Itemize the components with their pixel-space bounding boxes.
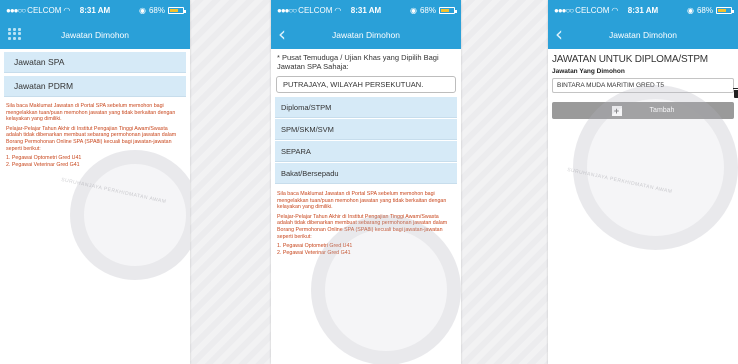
menu-item-jawatan-pdrm[interactable]: Jawatan PDRM	[4, 76, 186, 97]
wifi-icon: ◠	[334, 5, 342, 15]
spa-watermark-logo	[573, 85, 738, 250]
menu-item-jawatan-spa[interactable]: Jawatan SPA	[4, 52, 186, 73]
battery-percent: 68%	[148, 5, 165, 15]
option-diploma-stpm[interactable]: Diploma/STPM	[275, 97, 457, 118]
page-title: Jawatan Dimohon	[331, 29, 401, 40]
status-bar: ●●●○○ CELCOM ◠ 8:31 AM ◉ 68%	[0, 0, 190, 20]
spa-watermark-logo	[311, 215, 461, 364]
nav-bar: Jawatan Dimohon	[0, 20, 190, 49]
screen-jawatan-list: ●●●○○ CELCOM ◠ 8:31 AM ◉ 68% Jawatan Dim…	[0, 0, 190, 364]
battery-icon	[439, 6, 457, 14]
wifi-icon: ◠	[611, 5, 619, 15]
battery-icon	[168, 6, 186, 14]
nav-bar: ‹ Jawatan Dimohon	[548, 20, 738, 49]
signal-icon: ●●●○○	[6, 5, 26, 15]
jawatan-dimohon-label: Jawatan Yang Dimohon	[552, 68, 625, 75]
status-bar: ●●●○○ CELCOM ◠ 8:31 AM ◉ 68%	[271, 0, 461, 20]
option-label: SEPARA	[281, 146, 311, 156]
info-paragraph: Sila baca Maklumat Jawatan di Portal SPA…	[6, 103, 176, 123]
alarm-icon: ◉	[139, 5, 146, 15]
option-label: Bakat/Bersepadu	[281, 168, 339, 178]
page-title: Jawatan Dimohon	[60, 29, 130, 40]
back-chevron-icon[interactable]: ‹	[555, 24, 563, 44]
option-label: Diploma/STPM	[281, 102, 332, 112]
option-label: SPM/SKM/SVM	[281, 124, 334, 134]
delete-icon[interactable]	[733, 88, 738, 98]
info-paragraph: Sila baca Maklumat Jawatan di Portal SPA…	[277, 191, 447, 211]
menu-item-label: Jawatan SPA	[14, 57, 65, 67]
screen-jawatan-category: ●●●○○ CELCOM ◠ 8:31 AM ◉ 68% ‹ Jawatan D…	[271, 0, 461, 364]
page-title: Jawatan Dimohon	[608, 29, 678, 40]
battery-icon	[716, 6, 734, 14]
signal-icon: ●●●○○	[277, 5, 297, 15]
option-spm-skm-svm[interactable]: SPM/SKM/SVM	[275, 119, 457, 140]
alarm-icon: ◉	[410, 5, 417, 15]
pusat-temuduga-value: PUTRAJAYA, WILAYAH PERSEKUTUAN.	[283, 80, 424, 89]
screen-jawatan-diploma: ●●●○○ CELCOM ◠ 8:31 AM ◉ 68% ‹ Jawatan D…	[548, 0, 738, 364]
menu-item-label: Jawatan PDRM	[14, 81, 74, 91]
alarm-icon: ◉	[687, 5, 694, 15]
status-bar: ●●●○○ CELCOM ◠ 8:31 AM ◉ 68%	[548, 0, 738, 20]
carrier-label: CELCOM	[298, 5, 333, 15]
signal-icon: ●●●○○	[554, 5, 574, 15]
pusat-temuduga-label: * Pusat Temuduga / Ujian Khas yang Dipil…	[277, 53, 439, 71]
back-chevron-icon[interactable]: ‹	[278, 24, 286, 44]
menu-grid-icon[interactable]	[8, 28, 22, 40]
spa-watermark-logo	[70, 150, 190, 280]
battery-percent: 68%	[696, 5, 713, 15]
option-bakat-bersepadu[interactable]: Bakat/Bersepadu	[275, 163, 457, 184]
info-paragraph: Pelajar-Pelajar Tahun Akhir di Institut …	[6, 125, 177, 152]
battery-percent: 68%	[419, 5, 436, 15]
section-heading: JAWATAN UNTUK DIPLOMA/STPM	[552, 54, 708, 65]
option-separa[interactable]: SEPARA	[275, 141, 457, 162]
nav-bar: ‹ Jawatan Dimohon	[271, 20, 461, 49]
wifi-icon: ◠	[63, 5, 71, 15]
carrier-label: CELCOM	[575, 5, 610, 15]
pusat-temuduga-select[interactable]: PUTRAJAYA, WILAYAH PERSEKUTUAN.	[276, 76, 456, 93]
carrier-label: CELCOM	[27, 5, 62, 15]
